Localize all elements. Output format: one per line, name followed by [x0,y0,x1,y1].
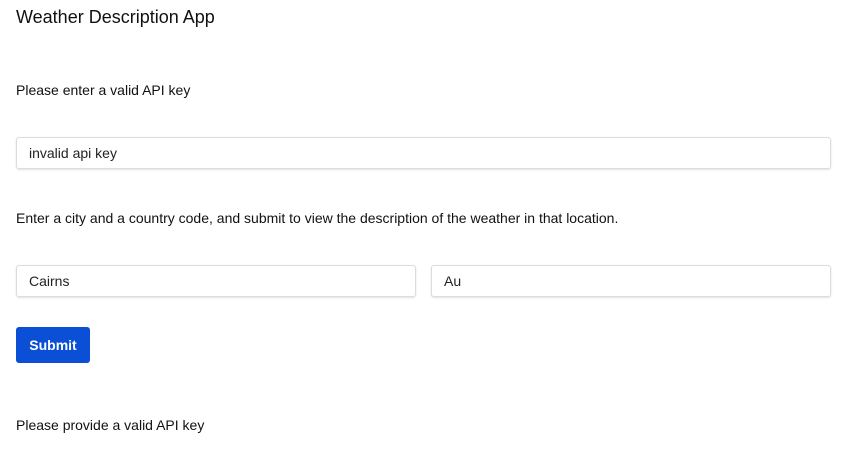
weather-app-page: Weather Description App Please enter a v… [0,0,858,451]
api-key-label: Please enter a valid API key [16,82,191,98]
location-instructions: Enter a city and a country code, and sub… [16,210,619,226]
submit-button[interactable]: Submit [16,327,90,363]
page-title: Weather Description App [16,7,215,27]
api-key-input[interactable] [16,137,831,169]
country-code-input[interactable] [431,265,831,297]
city-input[interactable] [16,265,416,297]
status-message: Please provide a valid API key [16,417,205,433]
